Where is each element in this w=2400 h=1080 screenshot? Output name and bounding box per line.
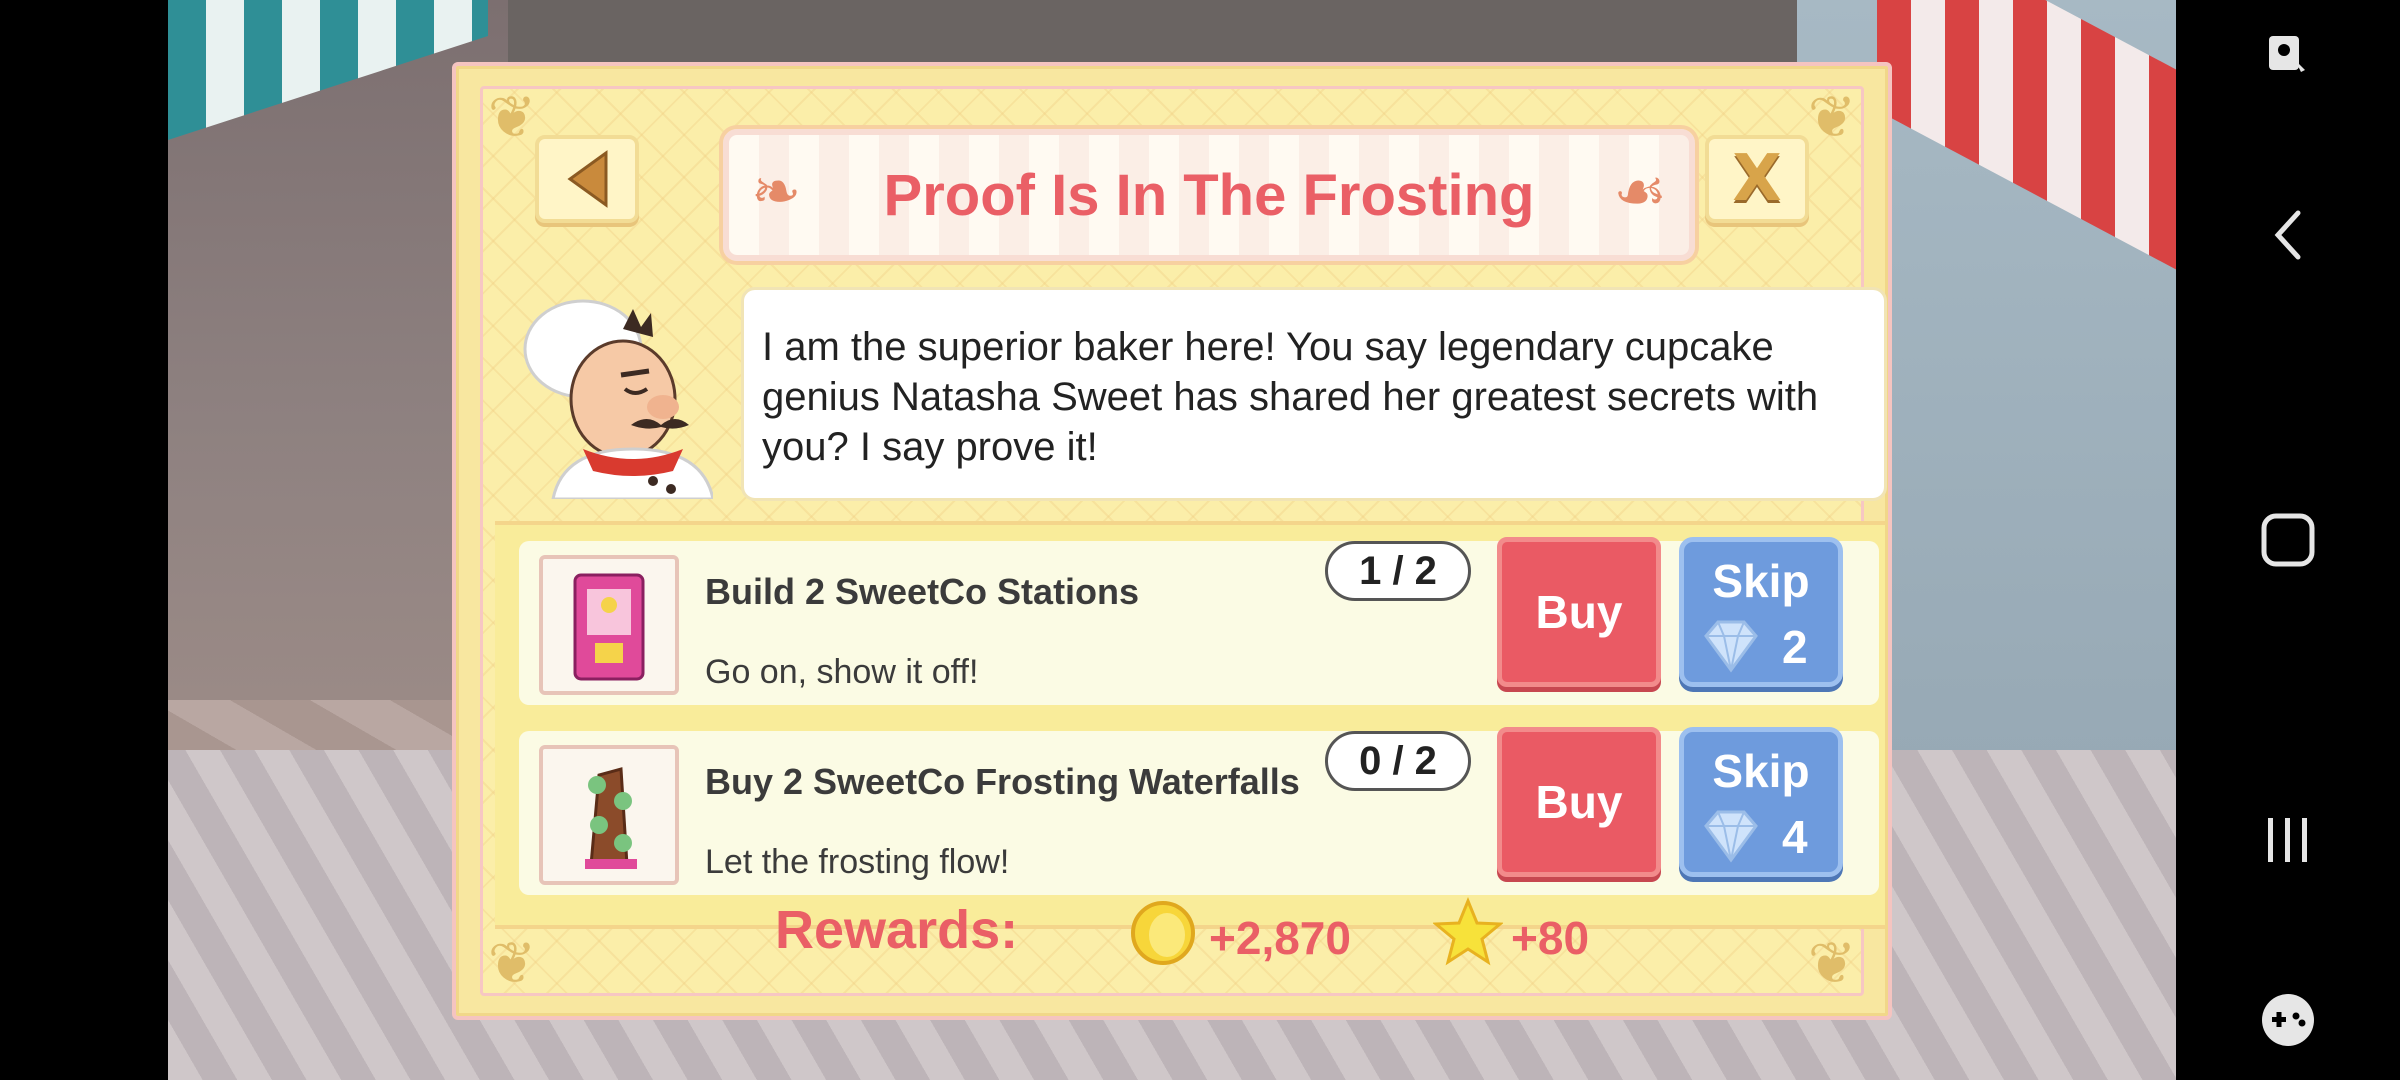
gem-icon xyxy=(1704,620,1758,673)
flourish-icon: ❧ xyxy=(751,158,802,225)
dialog-title: Proof Is In The Frosting xyxy=(883,162,1535,228)
back-triangle-icon xyxy=(567,150,608,208)
skip-cost: 4 xyxy=(1782,811,1808,863)
back-chevron-icon[interactable] xyxy=(2176,200,2400,270)
task-list: Build 2 SweetCo Stations Go on, show it … xyxy=(495,521,1885,929)
sweetco-station-icon xyxy=(539,555,679,695)
title-banner: ❧ Proof Is In The Frosting ☙ xyxy=(723,129,1695,261)
gem-icon xyxy=(1704,810,1758,863)
back-button[interactable] xyxy=(535,135,639,223)
dialog-message: I am the superior baker here! You say le… xyxy=(741,287,1887,501)
skip-button[interactable]: Skip 2 xyxy=(1679,537,1843,687)
quest-dialog: ❦ ❦ ❦ ❦ ❧ Proof Is In The Frosting ☙ X I… xyxy=(452,62,1892,1020)
frosting-waterfall-icon xyxy=(539,745,679,885)
game-launcher-icon[interactable] xyxy=(2176,980,2400,1060)
task-subtitle: Let the frosting flow! xyxy=(705,843,1010,881)
task-title: Buy 2 SweetCo Frosting Waterfalls xyxy=(705,761,1300,802)
screenshot-edit-icon[interactable] xyxy=(2176,20,2400,90)
skip-label: Skip xyxy=(1712,745,1810,797)
reward-coins: +2,870 xyxy=(1209,912,1351,964)
chef-character-avatar xyxy=(513,289,715,501)
task-row: Build 2 SweetCo Stations Go on, show it … xyxy=(519,537,1879,705)
reward-xp: +80 xyxy=(1511,912,1590,964)
skip-button[interactable]: Skip 4 xyxy=(1679,727,1843,877)
buy-button[interactable]: Buy xyxy=(1497,537,1661,687)
task-progress-badge: 0 / 2 xyxy=(1325,731,1471,791)
recents-icon[interactable] xyxy=(2176,800,2400,880)
task-title: Build 2 SweetCo Stations xyxy=(705,571,1140,612)
buy-button[interactable]: Buy xyxy=(1497,727,1661,877)
skip-cost: 2 xyxy=(1782,621,1808,673)
system-navigation-bar xyxy=(2176,0,2400,1080)
home-square-icon[interactable] xyxy=(2176,500,2400,580)
rewards-label: Rewards: xyxy=(775,900,1019,960)
rewards-bar: Rewards: +2,870 +80 xyxy=(483,883,1861,993)
coin-icon xyxy=(1131,901,1195,965)
skip-label: Skip xyxy=(1712,555,1810,607)
task-subtitle: Go on, show it off! xyxy=(705,653,979,691)
task-row: Buy 2 SweetCo Frosting Waterfalls Let th… xyxy=(519,727,1879,895)
quest-dialog-panel: ❦ ❦ ❦ ❦ ❧ Proof Is In The Frosting ☙ X I… xyxy=(480,85,1887,996)
close-icon: X xyxy=(1732,142,1782,216)
star-xp-icon xyxy=(1433,897,1503,966)
flourish-icon: ☙ xyxy=(1613,158,1667,225)
task-progress-badge: 1 / 2 xyxy=(1325,541,1471,601)
close-button[interactable]: X xyxy=(1705,135,1809,223)
